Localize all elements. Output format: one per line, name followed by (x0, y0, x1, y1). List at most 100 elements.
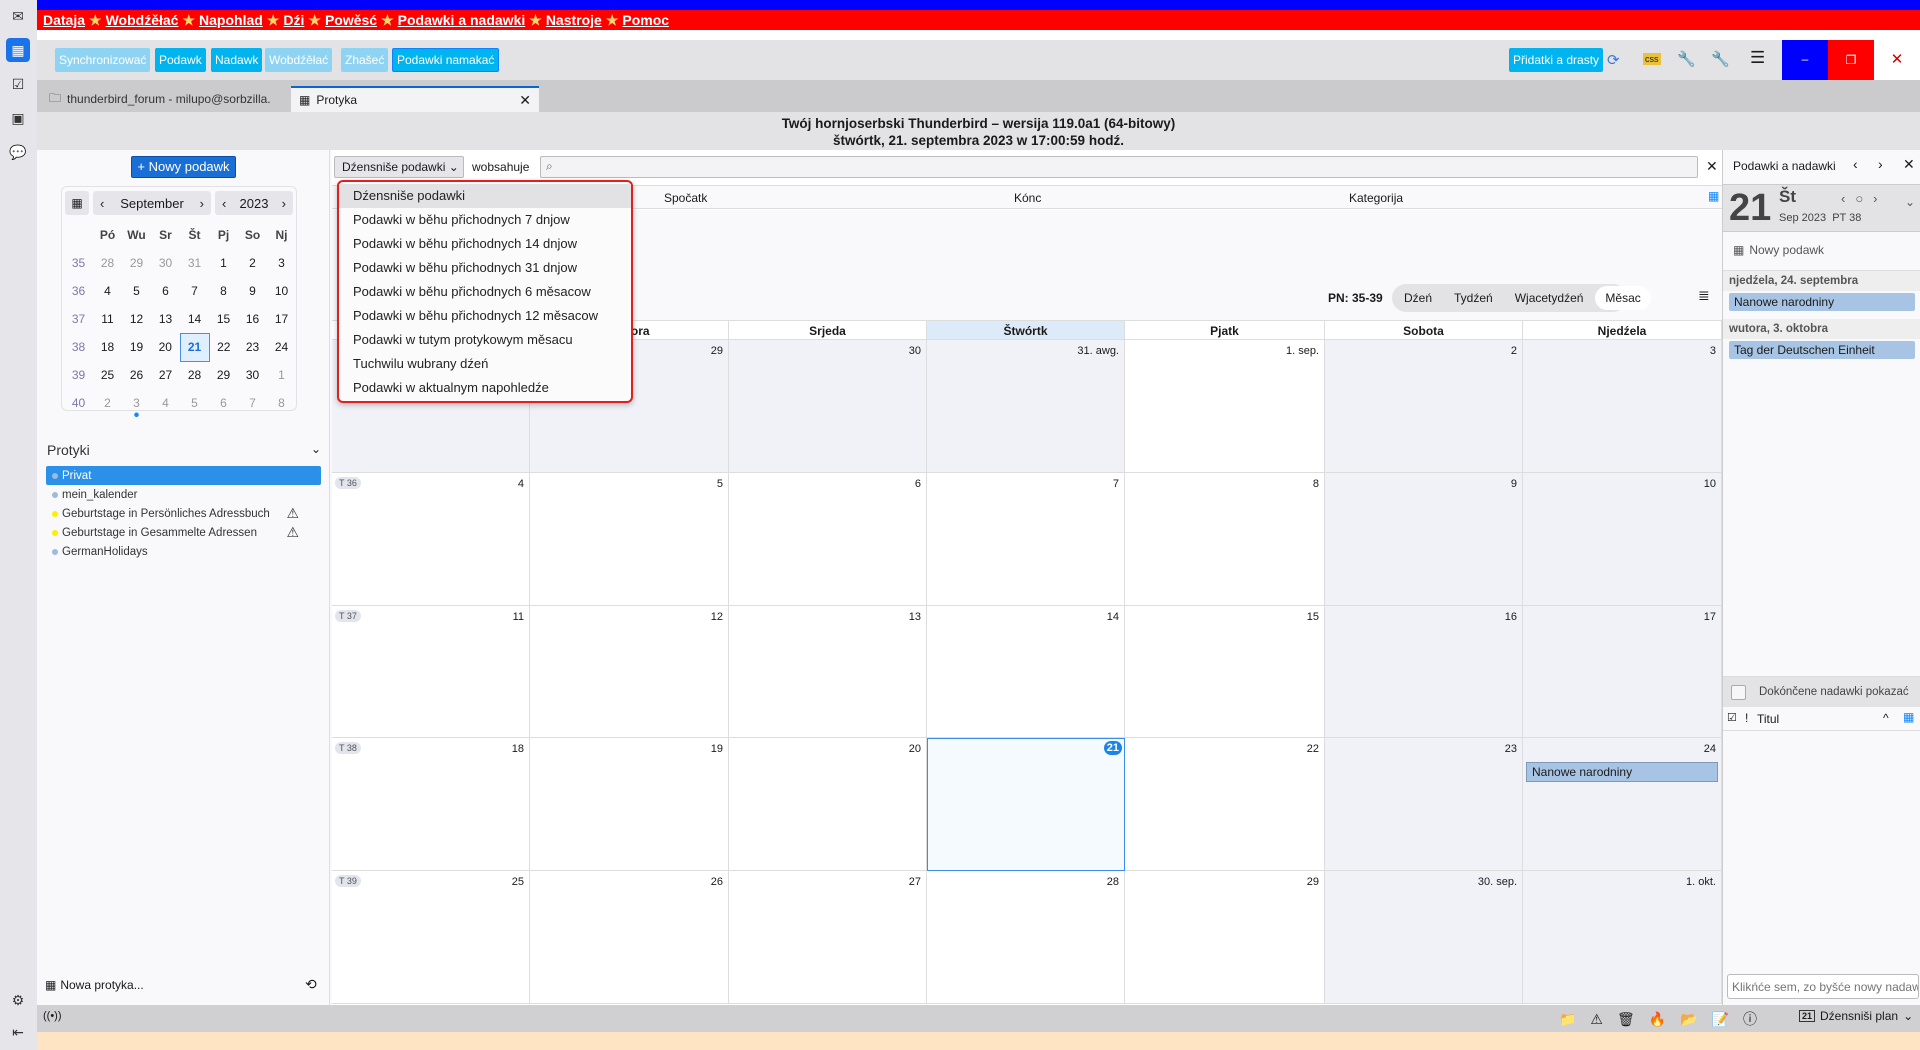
minimonth-day[interactable]: 10 (267, 277, 296, 305)
menu-item[interactable]: Pomoc (622, 12, 669, 28)
prev-icon[interactable]: ‹ (1853, 156, 1858, 172)
day-cell[interactable]: 23 (1325, 738, 1523, 871)
css-addon-icon[interactable]: css (1643, 53, 1661, 65)
minimonth-day[interactable]: 1 (267, 361, 296, 389)
addons-button[interactable]: Přidatki a drasty (1509, 48, 1604, 72)
menu-item[interactable]: Powěsć (325, 12, 377, 28)
dropdown-option[interactable]: Podawki w běhu přichodnych 12 měsacow (339, 304, 631, 328)
sync-addon-icon[interactable]: ⟳ (1607, 51, 1620, 69)
calendar-icon[interactable]: ▦ (6, 38, 30, 62)
minimonth-day[interactable]: 6 (209, 389, 238, 417)
menu-item[interactable]: Napohlad (199, 12, 263, 28)
today-icon[interactable]: ▦ (65, 191, 89, 215)
day-cell[interactable]: T 39 25 (332, 871, 530, 1004)
priority-column-icon[interactable]: ! (1745, 711, 1748, 725)
event-item[interactable]: Nanowe narodniny (1526, 762, 1718, 782)
chevron-down-icon[interactable]: ⌄ (311, 442, 321, 456)
day-cell[interactable]: 10 (1523, 473, 1722, 606)
dropdown-option[interactable]: Dźensniše podawki (339, 184, 631, 208)
column-picker-icon[interactable]: ▦ (1708, 189, 1719, 203)
calendar-list-item[interactable]: mein_kalender (46, 485, 321, 504)
chevron-down-icon[interactable]: ⌄ (1905, 195, 1915, 209)
minimonth-day[interactable]: 28 (180, 361, 209, 389)
dropdown-option[interactable]: Podawki w běhu přichodnych 14 dnjow (339, 232, 631, 256)
day-cell[interactable]: 6 (729, 473, 927, 606)
find-events-button[interactable]: Podawki namakać (392, 48, 500, 72)
day-cell[interactable]: 8 (1125, 473, 1325, 606)
day-cell[interactable]: 16 (1325, 606, 1523, 738)
next-year-icon[interactable]: › (282, 196, 286, 211)
column-start[interactable]: Spočatk (664, 191, 707, 205)
refresh-icon[interactable]: ⟲ (305, 976, 317, 993)
day-cell[interactable]: T 36 4 (332, 473, 530, 606)
day-cell[interactable]: 9 (1325, 473, 1523, 606)
new-event-today-button[interactable]: ▦ Nowy podawk (1733, 243, 1824, 257)
minimonth-day[interactable]: 14 (180, 305, 209, 333)
dropdown-option[interactable]: Podawki w tutym protykowym měsacu (339, 328, 631, 352)
week-badge[interactable]: T 37 (335, 610, 361, 622)
minimonth-day[interactable]: 12 (122, 305, 151, 333)
day-cell[interactable]: 20 (729, 738, 927, 871)
day-cell[interactable]: 27 (729, 871, 927, 1004)
menu-item[interactable]: Podawki a nadawki (398, 12, 526, 28)
day-cell-today[interactable]: 21 (927, 738, 1125, 871)
minimonth-day[interactable]: 3 (122, 389, 151, 417)
minimonth-day[interactable]: 5 (180, 389, 209, 417)
minimonth-day[interactable]: 16 (238, 305, 267, 333)
day-cell[interactable]: 22 (1125, 738, 1325, 871)
title-column[interactable]: Titul (1757, 712, 1779, 726)
minimonth-day[interactable]: 29 (209, 361, 238, 389)
delete-button[interactable]: Zhašeć (341, 48, 389, 72)
collapse-icon[interactable]: ⇤ (6, 1020, 30, 1044)
day-nav-icons[interactable]: ‹○› (1841, 191, 1888, 206)
minimonth-day[interactable]: 4 (151, 389, 180, 417)
day-cell[interactable]: 24 Nanowe narodniny (1523, 738, 1722, 871)
day-cell[interactable]: 29 (1125, 871, 1325, 1004)
chat-icon[interactable]: 💬 (6, 140, 30, 164)
day-cell[interactable]: 19 (530, 738, 729, 871)
minimonth-day[interactable]: 30 (238, 361, 267, 389)
minimonth-day[interactable]: 2 (238, 249, 267, 277)
edit-button[interactable]: Wobdźěłać (265, 48, 333, 72)
minimonth-day[interactable]: 6 (151, 277, 180, 305)
next-icon[interactable]: › (1878, 156, 1883, 172)
minimonth-day[interactable]: 23 (238, 333, 267, 361)
day-cell[interactable]: T 38 18 (332, 738, 530, 871)
agenda-event[interactable]: Tag der Deutschen Einheit (1729, 341, 1915, 359)
day-cell[interactable]: 15 (1125, 606, 1325, 738)
minimonth-day[interactable]: 3 (267, 249, 296, 277)
day-cell[interactable]: 3 (1523, 340, 1722, 473)
settings-icon[interactable]: ⚙ (6, 988, 30, 1012)
minimonth-day[interactable]: 1 (209, 249, 238, 277)
menu-item[interactable]: Dźi (283, 12, 304, 28)
minimonth-day[interactable]: 11 (93, 305, 122, 333)
wrench-icon[interactable]: 🔧 (1677, 50, 1696, 68)
minimonth-day[interactable]: 28 (93, 249, 122, 277)
new-event-sidebar-button[interactable]: + Nowy podawk (131, 156, 236, 178)
agenda-event[interactable]: Nanowe narodniny (1729, 293, 1915, 311)
hamburger-menu-icon[interactable]: ☰ (1750, 48, 1765, 68)
minimonth-day[interactable]: 25 (93, 361, 122, 389)
minimonth-day[interactable]: 29 (122, 249, 151, 277)
close-pane-icon[interactable]: ✕ (1903, 156, 1915, 173)
minimonth-day[interactable]: 4 (93, 277, 122, 305)
day-cell[interactable]: 2 (1325, 340, 1523, 473)
address-book-icon[interactable]: ▣ (6, 106, 30, 130)
completed-column-icon[interactable]: ☑ (1727, 711, 1737, 724)
minimonth-day[interactable]: 9 (238, 277, 267, 305)
day-cell[interactable]: 30. sep. (1325, 871, 1523, 1004)
new-task-button[interactable]: Nadawk (211, 48, 263, 72)
minimonth-day[interactable]: 26 (122, 361, 151, 389)
week-badge[interactable]: T 38 (335, 742, 361, 754)
week-badge[interactable]: T 39 (335, 875, 361, 887)
close-window-button[interactable]: ✕ (1874, 40, 1920, 80)
new-task-input[interactable] (1727, 974, 1919, 999)
day-cell[interactable]: 17 (1523, 606, 1722, 738)
mail-icon[interactable]: ✉ (6, 4, 30, 28)
today-pane-toggle[interactable]: 21 Dźensniši plan ⌄ (1799, 1009, 1913, 1023)
menu-item[interactable]: Nastroje (546, 12, 602, 28)
minimonth-day[interactable]: 31 (180, 249, 209, 277)
minimonth-day[interactable]: 13 (151, 305, 180, 333)
day-cell[interactable]: 30 (729, 340, 927, 473)
tasks-icon[interactable]: ☑ (6, 72, 30, 96)
